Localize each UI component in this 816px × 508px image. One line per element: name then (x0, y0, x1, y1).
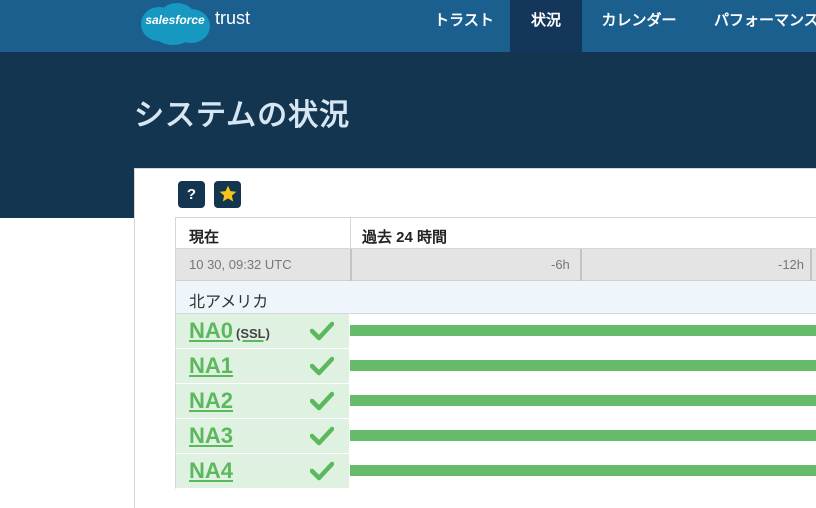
instance-name: NA2 (189, 388, 234, 413)
instance-link-na1[interactable]: NA1 (189, 353, 233, 379)
star-icon (219, 185, 236, 202)
instance-cell: NA1 (175, 349, 349, 384)
tick-label-6h: -6h (551, 257, 570, 272)
uptime-bar (350, 430, 816, 441)
top-navigation: salesforce trust トラスト 状況 カレンダー パフォーマンス (0, 0, 816, 52)
page-title: システムの状況 (134, 99, 351, 132)
instance-row: NA3 (175, 419, 816, 454)
timeline-divider (350, 249, 352, 281)
logo-trust-text: trust (215, 8, 251, 28)
instance-cell: NA2 (175, 384, 349, 419)
column-divider (350, 218, 351, 250)
uptime-bar (350, 325, 816, 336)
help-button[interactable]: ? (178, 181, 205, 208)
nav-item-performance[interactable]: パフォーマンス (712, 0, 816, 52)
nav-item-status[interactable]: 状況 (510, 0, 582, 52)
logo-cloud-text: salesforce (145, 13, 205, 27)
instance-link-na2[interactable]: NA2 (189, 388, 233, 414)
current-timestamp: 10 30, 09:32 UTC (189, 257, 292, 272)
instance-name: NA4 (189, 458, 234, 483)
current-column-header: 現在 (189, 229, 220, 246)
uptime-bar (350, 395, 816, 406)
favorite-button[interactable] (214, 181, 241, 208)
check-icon (310, 321, 334, 341)
instance-row: NA0 (SSL) (175, 314, 816, 349)
region-row: 北アメリカ (175, 281, 816, 314)
timeline-row: 10 30, 09:32 UTC -6h -12h (175, 249, 816, 281)
instance-note: (SSL) (236, 326, 270, 341)
instance-link-na0[interactable]: NA0 (SSL) (189, 318, 270, 344)
timeline-divider (810, 249, 812, 281)
instance-cell: NA4 (175, 454, 349, 489)
table-header-row: 現在 過去 24 時間 (175, 217, 816, 250)
instance-link-na4[interactable]: NA4 (189, 458, 233, 484)
check-icon (310, 426, 334, 446)
instance-name: NA1 (189, 353, 234, 378)
timeline-divider (580, 249, 582, 281)
instance-row: NA1 (175, 349, 816, 384)
check-icon (310, 391, 334, 411)
instance-cell: NA0 (SSL) (175, 314, 349, 349)
instance-cell: NA3 (175, 419, 349, 454)
check-icon (310, 356, 334, 376)
nav-item-calendar[interactable]: カレンダー (584, 0, 694, 52)
instance-row: NA2 (175, 384, 816, 419)
region-label: 北アメリカ (189, 294, 269, 311)
instance-name: NA0 (189, 318, 234, 343)
check-icon (310, 461, 334, 481)
instance-link-na3[interactable]: NA3 (189, 423, 233, 449)
instance-name: NA3 (189, 423, 234, 448)
uptime-bar (350, 360, 816, 371)
tick-label-12h: -12h (778, 257, 805, 272)
instance-row: NA4 (175, 454, 816, 489)
history-column-header: 過去 24 時間 (362, 229, 448, 246)
uptime-bar (350, 465, 816, 476)
nav-item-trust[interactable]: トラスト (420, 0, 508, 52)
